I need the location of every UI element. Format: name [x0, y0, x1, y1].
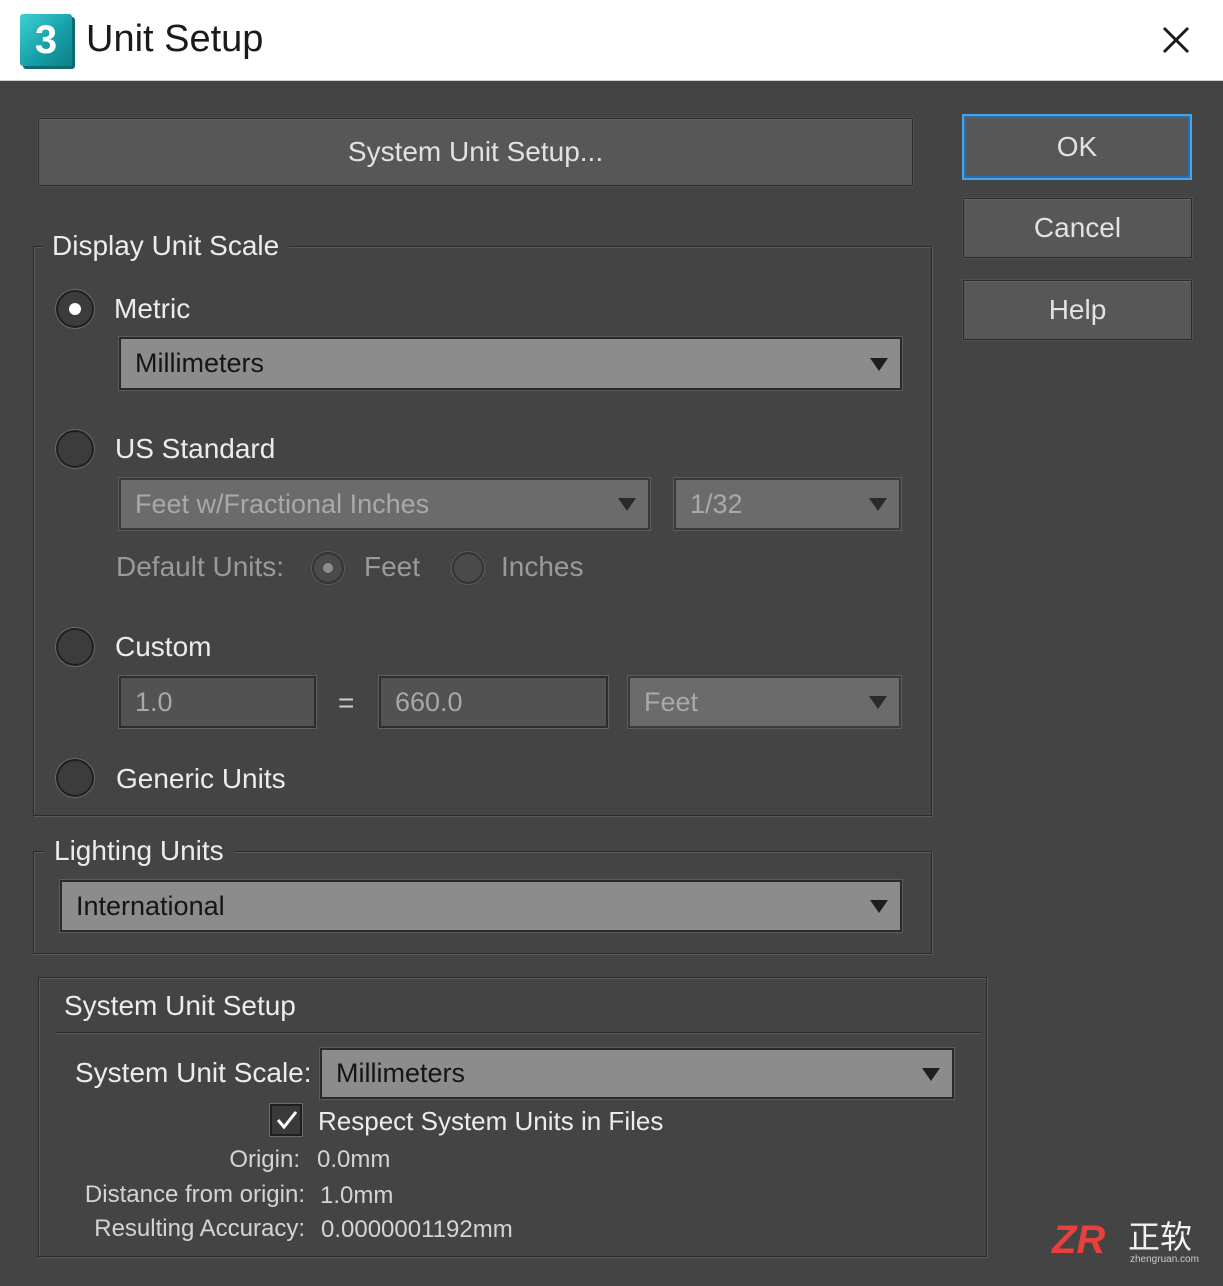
metric-units-dropdown[interactable]: Millimeters	[119, 337, 902, 390]
origin-label: Origin:	[229, 1146, 300, 1173]
chevron-down-icon	[618, 498, 636, 511]
custom-unit-value: Feet	[644, 686, 699, 717]
watermark-domain: zhengruan.com	[1130, 1254, 1199, 1265]
custom-left-value-input[interactable]: 1.0	[119, 676, 316, 728]
resulting-accuracy-value: 0.0000001192mm	[321, 1216, 513, 1243]
chevron-down-icon	[869, 696, 887, 709]
custom-unit-dropdown[interactable]: Feet	[628, 676, 901, 728]
cancel-button-label: Cancel	[1033, 212, 1122, 243]
distance-from-origin-value: 1.0mm	[320, 1182, 394, 1209]
cancel-button[interactable]: Cancel	[963, 198, 1192, 258]
default-units-label: Default Units:	[116, 551, 285, 582]
us-standard-units-value: Feet w/Fractional Inches	[135, 488, 430, 519]
default-units-inches-radio[interactable]	[452, 552, 484, 584]
us-standard-label: US Standard	[115, 433, 276, 464]
metric-label: Metric	[114, 293, 191, 324]
display-unit-scale-title: Display Unit Scale	[42, 229, 290, 263]
system-unit-setup-title: System Unit Setup	[64, 990, 296, 1021]
display-unit-scale-group	[33, 246, 932, 816]
us-standard-fraction-value: 1/32	[690, 488, 743, 519]
us-standard-radio[interactable]	[56, 430, 94, 468]
chevron-down-icon	[922, 1067, 940, 1081]
zhengruan-watermark: ZR 正软 zhengruan.com	[1052, 1216, 1210, 1272]
default-units-inches-label: Inches	[501, 551, 584, 582]
metric-units-value: Millimeters	[135, 348, 265, 378]
watermark-logo-text: ZR	[1052, 1218, 1106, 1262]
lighting-units-title: Lighting Units	[44, 834, 234, 868]
lighting-units-value: International	[76, 890, 225, 921]
chevron-down-icon	[870, 900, 888, 913]
custom-radio[interactable]	[56, 628, 94, 666]
window-title: Unit Setup	[86, 18, 264, 60]
lighting-units-dropdown[interactable]: International	[60, 880, 902, 932]
system-unit-setup-button[interactable]: System Unit Setup...	[38, 118, 913, 186]
us-standard-units-dropdown[interactable]: Feet w/Fractional Inches	[119, 478, 650, 530]
system-unit-scale-value: Millimeters	[336, 1058, 466, 1088]
system-unit-scale-dropdown[interactable]: Millimeters	[320, 1048, 954, 1099]
generic-units-label: Generic Units	[116, 763, 286, 794]
distance-from-origin-label: Distance from origin:	[84, 1181, 305, 1208]
origin-value: 0.0mm	[317, 1146, 391, 1173]
app-3dsmax-icon: 3	[20, 14, 72, 66]
resulting-accuracy-label: Resulting Accuracy:	[94, 1215, 305, 1242]
system-unit-setup-button-label: System Unit Setup...	[347, 136, 604, 167]
checkmark-icon	[276, 1111, 298, 1130]
respect-system-units-label: Respect System Units in Files	[318, 1106, 664, 1136]
system-unit-setup-divider	[56, 1032, 981, 1033]
default-units-feet-radio[interactable]	[312, 552, 344, 584]
default-units-feet-label: Feet	[364, 551, 421, 582]
generic-units-radio[interactable]	[56, 759, 94, 797]
close-button[interactable]	[1148, 12, 1204, 68]
custom-label: Custom	[115, 631, 212, 662]
custom-equals-sign: =	[338, 687, 355, 718]
us-standard-fraction-dropdown[interactable]: 1/32	[674, 478, 901, 530]
chevron-down-icon	[869, 498, 887, 511]
close-icon	[1162, 26, 1190, 54]
help-button-label: Help	[1048, 294, 1107, 325]
system-unit-scale-label: System Unit Scale:	[75, 1057, 312, 1088]
watermark-chinese-text: 正软	[1128, 1219, 1193, 1255]
app-icon-label: 3	[34, 18, 58, 62]
chevron-down-icon	[870, 357, 888, 371]
ok-button-label: OK	[1056, 131, 1098, 162]
respect-system-units-checkbox[interactable]	[270, 1104, 302, 1136]
ok-button[interactable]: OK	[962, 114, 1192, 180]
help-button[interactable]: Help	[963, 280, 1192, 340]
title-bar: 3 Unit Setup	[0, 0, 1223, 81]
custom-right-value-input[interactable]: 660.0	[379, 676, 608, 728]
metric-radio[interactable]	[56, 290, 94, 328]
